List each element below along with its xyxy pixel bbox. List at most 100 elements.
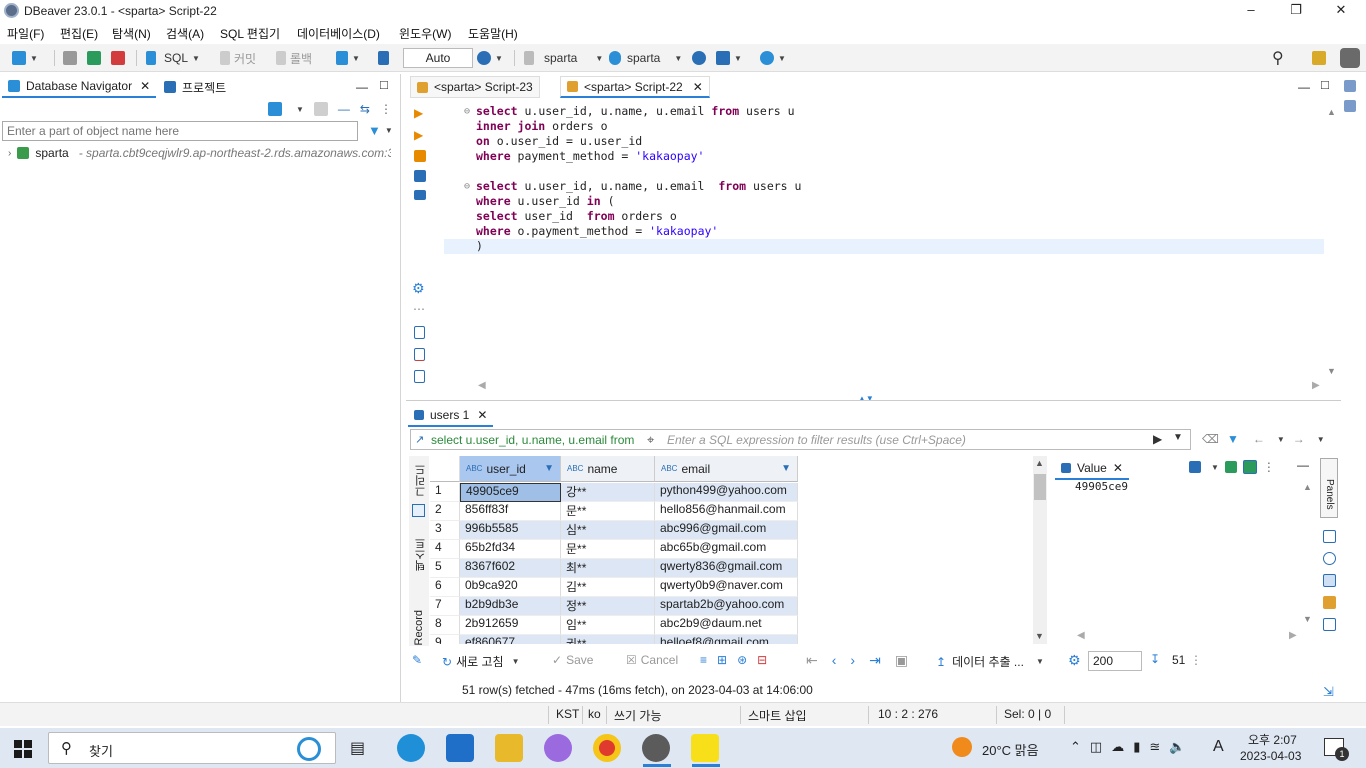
metadata-icon[interactable] — [1323, 552, 1336, 565]
table-cell[interactable]: 강** — [561, 483, 655, 502]
bing-icon[interactable] — [297, 737, 321, 761]
back-dropdown-icon[interactable]: ▼ — [1277, 435, 1285, 444]
code-line[interactable]: ⊖ select u.user_id, u.name, u.email from … — [444, 104, 1324, 119]
table-cell[interactable]: 최** — [561, 559, 655, 578]
sort-filter-icon[interactable]: ▼ — [544, 463, 554, 474]
content-viewer-icon[interactable] — [1189, 461, 1201, 473]
rollback-button[interactable]: 롤백 — [276, 50, 312, 66]
table-cell[interactable]: 996b5585 — [460, 521, 561, 540]
reconnect-button[interactable] — [87, 50, 101, 66]
commit-button[interactable]: 커밋 — [220, 50, 256, 66]
new-folder-icon[interactable] — [313, 102, 328, 116]
kakaotalk-icon[interactable] — [691, 734, 719, 762]
table-cell[interactable]: 문** — [561, 540, 655, 559]
weather-text[interactable]: 20°C 맑음 — [982, 740, 1039, 759]
history-button[interactable]: ▼ — [477, 50, 503, 66]
execute-new-tab-icon[interactable]: ▶ — [414, 128, 426, 142]
sql-code-area[interactable]: ⊖ select u.user_id, u.name, u.email from … — [444, 104, 1324, 380]
table-cell[interactable]: 856ff83f — [460, 502, 561, 521]
table-cell[interactable]: 2b912659 — [460, 616, 561, 635]
edit-icon[interactable]: ✎ — [412, 653, 422, 667]
scroll-right-icon[interactable]: ▶ — [1312, 380, 1320, 391]
prev-page-icon[interactable]: ‹ — [832, 652, 837, 669]
column-header-name[interactable]: ABC name — [561, 456, 655, 482]
transaction-mode-button[interactable]: ▼ — [336, 50, 360, 66]
minimize-editor-icon[interactable]: — — [1298, 80, 1310, 94]
table-row[interactable]: 8 2b912659 임** abc2b9@daum.net — [430, 616, 800, 635]
execute-statement-icon[interactable]: ▶ — [414, 106, 426, 120]
code-line[interactable]: ) — [444, 239, 1324, 254]
clock-time[interactable]: 오후 2:07 — [1248, 731, 1297, 748]
tab-database-navigator[interactable]: Database Navigator ✕ — [2, 76, 157, 98]
table-cell[interactable]: abc2b9@daum.net — [655, 616, 798, 635]
properties-icon[interactable] — [1344, 100, 1356, 112]
code-line[interactable]: inner join orders o — [444, 119, 1324, 134]
table-cell[interactable]: 임** — [561, 616, 655, 635]
fold-toggle-icon[interactable]: ⊖ — [464, 179, 470, 194]
table-row[interactable]: 2 856ff83f 문** hello856@hanmail.com — [430, 502, 800, 521]
table-cell[interactable]: 0b9ca920 — [460, 578, 561, 597]
save-file-icon[interactable] — [414, 348, 425, 361]
table-row[interactable]: 6 0b9ca920 김** qwerty0b9@naver.com — [430, 578, 800, 597]
table-cell[interactable]: 권** — [561, 635, 655, 644]
lock-button[interactable] — [378, 50, 389, 66]
tab-text[interactable]: 텍스트 — [413, 538, 429, 571]
code-line[interactable]: on o.user_id = u.user_id — [444, 134, 1324, 149]
explain-plan-icon[interactable] — [414, 170, 426, 182]
tab-project[interactable]: 프로젝트 — [158, 76, 232, 98]
menu-help[interactable]: 도움말(H) — [468, 25, 518, 42]
execute-script-icon[interactable] — [414, 150, 426, 162]
link-editor-icon[interactable]: ⇆ — [360, 102, 370, 116]
table-row[interactable]: 4 65b2fd34 문** abc65b@gmail.com — [430, 540, 800, 559]
table-cell[interactable]: python499@yahoo.com — [655, 483, 798, 502]
new-connection-button[interactable]: ▼ — [12, 50, 38, 66]
expand-chevron-icon[interactable]: › — [8, 148, 11, 159]
notification-icon[interactable]: 1 — [1324, 738, 1349, 761]
forward-dropdown-icon[interactable]: ▼ — [1317, 435, 1325, 444]
cancel-button[interactable]: ☒ Cancel — [626, 653, 678, 667]
filter-history-icon[interactable]: ▼ — [1173, 432, 1183, 443]
perspective-button[interactable] — [1312, 50, 1326, 66]
weather-sun-icon[interactable] — [952, 737, 972, 757]
copilot-icon[interactable] — [544, 734, 572, 762]
menu-file[interactable]: 파일(F) — [7, 25, 44, 42]
grid-vertical-scrollbar[interactable]: ▲ ▼ — [1033, 456, 1047, 644]
volume-icon[interactable]: 🔈 — [1169, 739, 1185, 755]
device-icon[interactable]: ◫ — [1090, 739, 1102, 755]
fetch-all-icon[interactable]: ↧ — [1150, 652, 1160, 666]
table-cell[interactable]: spartab2b@yahoo.com — [655, 597, 798, 616]
table-row[interactable]: 3 996b5585 심** abc996@gmail.com — [430, 521, 800, 540]
windows-start-icon[interactable] — [14, 740, 32, 758]
results-grid[interactable]: ABC user_id ▼ ABC name ABC email ▼ 1 4990… — [430, 456, 1032, 644]
cloud-icon[interactable]: ☁ — [1111, 739, 1124, 755]
layout-icon[interactable]: ⇲ — [1323, 684, 1334, 700]
panels-toggle[interactable]: Panels — [1320, 458, 1338, 518]
collapse-all-icon[interactable]: — — [338, 102, 350, 116]
close-tab-icon[interactable]: ✕ — [477, 408, 487, 422]
settings-gear-icon[interactable]: ⚙ — [1068, 652, 1081, 669]
menu-sql-editor[interactable]: SQL 편집기 — [220, 25, 280, 42]
fetch-size-input[interactable]: 200 — [1088, 651, 1142, 671]
table-cell[interactable]: 문** — [561, 502, 655, 521]
view-menu-icon[interactable]: ⋮ — [1263, 460, 1275, 474]
save-button[interactable]: ✓ Save — [552, 653, 593, 667]
chrome-icon[interactable] — [593, 734, 621, 762]
table-cell[interactable]: 65b2fd34 — [460, 540, 561, 559]
delete-row-icon[interactable]: ⊟ — [757, 653, 767, 667]
value-text[interactable]: 49905ce9 — [1075, 480, 1128, 493]
open-file-icon[interactable] — [414, 326, 425, 339]
grouping-icon[interactable] — [1323, 530, 1336, 543]
calc-icon[interactable] — [1323, 574, 1336, 587]
code-line[interactable] — [444, 164, 1324, 179]
tools-button[interactable]: ▼ — [716, 50, 742, 66]
maximize-editor-icon[interactable]: □ — [1321, 77, 1329, 92]
record-icon[interactable] — [1323, 618, 1336, 631]
column-header-email[interactable]: ABC email ▼ — [655, 456, 798, 482]
view-menu-icon[interactable]: ⋮ — [380, 102, 392, 116]
minimize-icon[interactable]: – — [1240, 2, 1262, 20]
next-page-icon[interactable]: › — [850, 652, 855, 669]
ime-indicator[interactable]: A — [1213, 738, 1224, 756]
clock-date[interactable]: 2023-04-03 — [1240, 749, 1301, 763]
table-cell[interactable]: 정** — [561, 597, 655, 616]
edit-row-icon[interactable]: ≡ — [700, 653, 707, 667]
